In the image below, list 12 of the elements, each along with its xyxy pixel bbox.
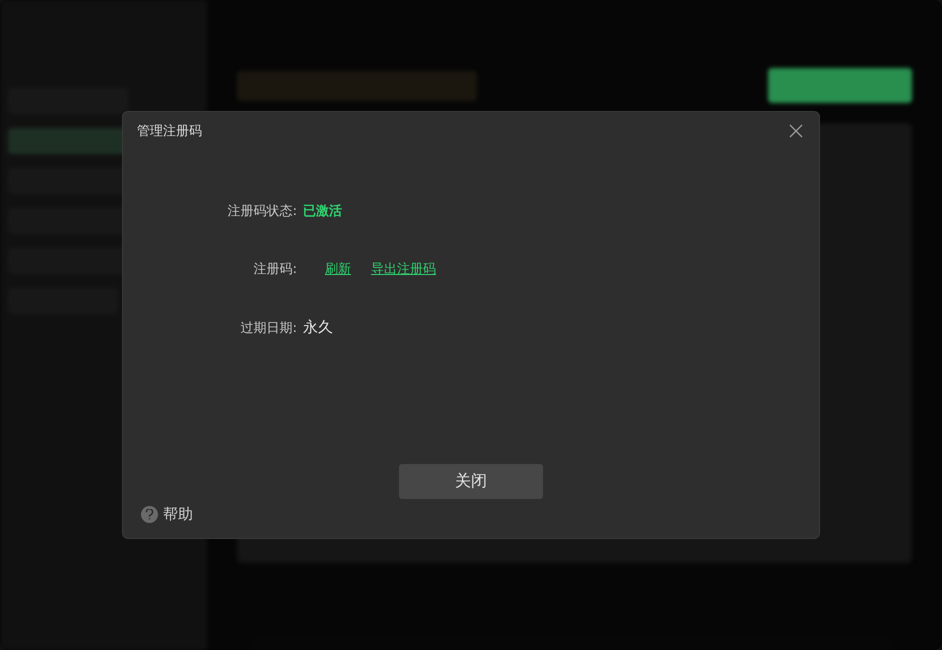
field-label: 注册码: — [254, 261, 297, 278]
close-icon[interactable] — [787, 122, 805, 140]
field-value: 永久 — [303, 318, 333, 337]
status-value: 已激活 — [303, 203, 342, 220]
help-icon — [141, 506, 158, 523]
dialog-link[interactable]: 导出注册码 — [371, 260, 436, 278]
field-label: 过期日期: — [240, 320, 297, 336]
field-label: 注册码状态: — [228, 203, 297, 220]
help-link[interactable]: 帮助 — [141, 505, 193, 524]
dialog-link[interactable]: 刷新 — [325, 260, 351, 278]
close-button[interactable]: 关闭 — [399, 464, 543, 499]
dialog-title: 管理注册码 — [137, 123, 202, 140]
